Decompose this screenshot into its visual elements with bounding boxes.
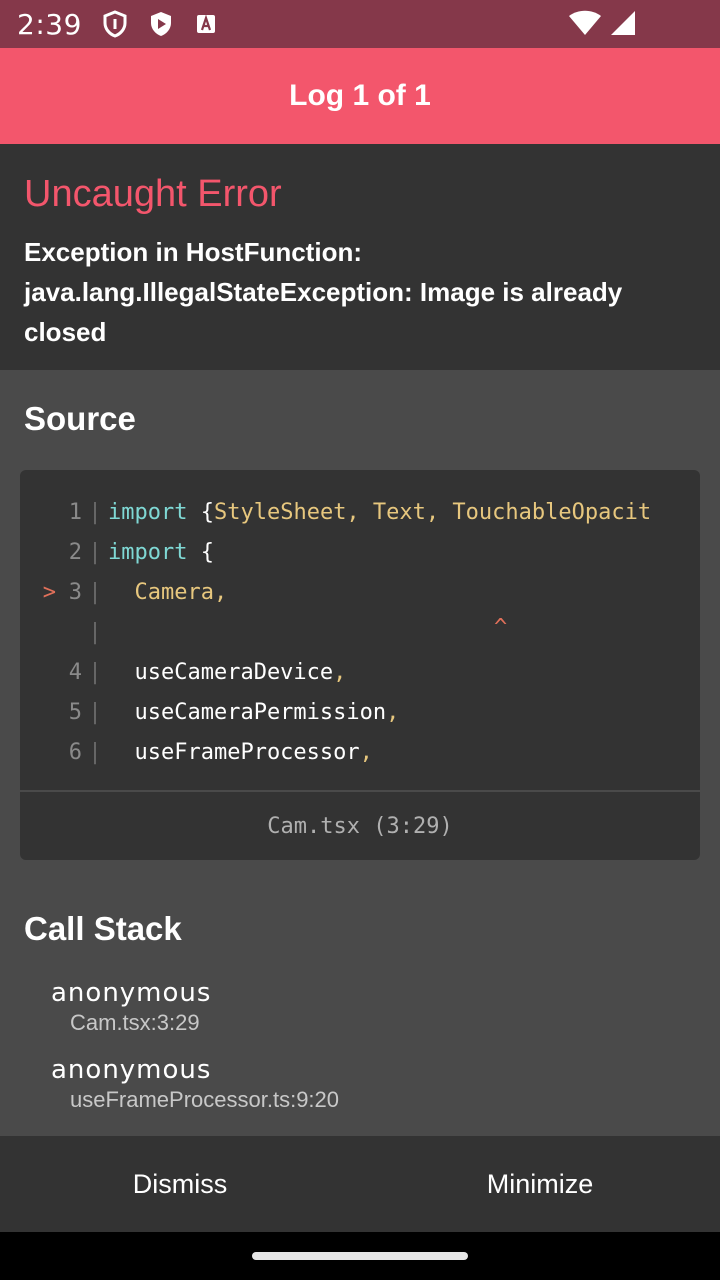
code-punctuation: ,	[359, 739, 373, 765]
stack-frame-function: anonymous	[51, 978, 212, 1008]
code-punctuation: {	[187, 539, 214, 565]
code-keyword: import	[108, 499, 188, 525]
stack-frame[interactable]: anonymous useFrameProcessor.ts:9:20	[51, 1055, 339, 1113]
stack-frame-location: useFrameProcessor.ts:9:20	[70, 1087, 340, 1112]
line-number: 5	[68, 699, 82, 725]
signal-icon	[610, 10, 636, 41]
call-stack-title: Call Stack	[24, 910, 182, 947]
status-bar: 2:39	[0, 0, 720, 48]
code-text: Camera,	[108, 579, 228, 605]
wifi-icon	[568, 10, 602, 41]
code-punctuation: ,	[333, 659, 347, 685]
code-file-location[interactable]: Cam.tsx (3:29)	[20, 792, 700, 860]
line-separator: |	[88, 739, 102, 765]
code-line: >3 | Camera,	[20, 572, 700, 612]
code-line: | ^	[20, 612, 700, 652]
stack-frame-location: Cam.tsx:3:29	[70, 1010, 200, 1035]
line-number: 6	[68, 739, 82, 765]
code-punctuation: {	[187, 499, 214, 525]
code-lines: 1 | import {StyleSheet, Text, TouchableOpa…	[20, 492, 700, 772]
code-text: StyleSheet, Text, TouchableOpacit	[213, 499, 652, 525]
code-line: 1 | import {StyleSheet, Text, TouchableOpa…	[20, 492, 700, 532]
code-text: useCameraPermission	[108, 699, 387, 725]
log-content[interactable]: Source 1 | import {StyleSheet, Text, Touch…	[0, 370, 720, 1136]
line-separator: |	[88, 499, 102, 525]
navigation-bar	[0, 1232, 720, 1280]
error-title: Uncaught Error	[24, 173, 282, 215]
line-separator: |	[88, 539, 102, 565]
footer-bar: Dismiss Minimize	[0, 1136, 720, 1232]
line-number: 2	[68, 539, 82, 565]
code-line: 6 | useFrameProcessor,	[20, 732, 700, 772]
code-line: 4 | useCameraDevice,	[20, 652, 700, 692]
log-header-title: Log 1 of 1	[289, 79, 431, 112]
line-separator: |	[88, 659, 102, 685]
error-line-marker: >	[42, 579, 56, 605]
code-frame[interactable]: 1 | import {StyleSheet, Text, TouchableOpa…	[20, 470, 700, 860]
code-text: useFrameProcessor	[108, 739, 360, 765]
code-line: 2 | import {	[20, 532, 700, 572]
stack-frame[interactable]: anonymous Cam.tsx:3:29	[51, 978, 211, 1036]
dismiss-button[interactable]: Dismiss	[0, 1136, 360, 1232]
line-separator: |	[88, 579, 102, 605]
line-number: 4	[68, 659, 82, 685]
line-separator: |	[88, 699, 102, 725]
code-text: useCameraDevice	[108, 659, 334, 685]
stack-frame-function: anonymous	[51, 1055, 212, 1085]
log-header: Log 1 of 1	[0, 48, 720, 144]
error-caret: ^	[494, 614, 508, 640]
minimize-button[interactable]: Minimize	[360, 1136, 720, 1232]
line-number: 3	[68, 579, 82, 605]
line-separator: |	[88, 619, 102, 645]
code-line: 5 | useCameraPermission,	[20, 692, 700, 732]
source-title: Source	[24, 400, 136, 437]
code-punctuation: ,	[386, 699, 400, 725]
line-number: 1	[68, 499, 82, 525]
home-handle[interactable]	[252, 1252, 468, 1260]
code-keyword: import	[108, 539, 188, 565]
play-shield-icon	[148, 10, 174, 38]
status-time: 2:39	[17, 7, 82, 41]
error-section: Uncaught Error Exception in HostFunction…	[0, 144, 720, 370]
error-message: Exception in HostFunction: java.lang.Ill…	[24, 237, 623, 347]
shield-icon	[102, 10, 128, 38]
font-icon	[194, 12, 218, 36]
